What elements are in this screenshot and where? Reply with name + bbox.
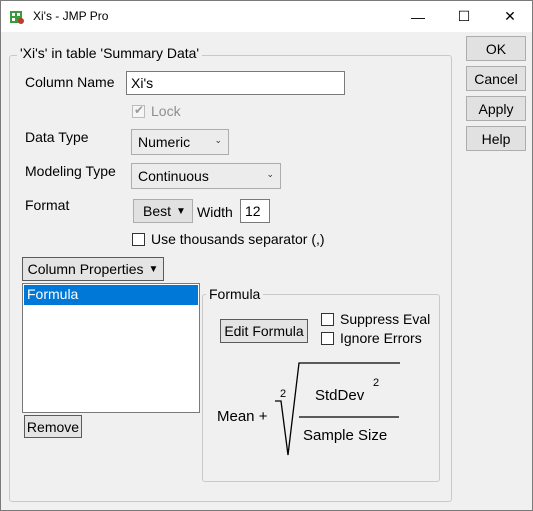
column-properties-label: Column Properties (27, 261, 144, 277)
format-value: Best (143, 203, 172, 219)
checkmark-icon: ✔ (134, 103, 145, 117)
jmp-app-icon (10, 11, 24, 24)
edit-formula-button[interactable]: Edit Formula (220, 319, 308, 343)
modeling-type-select[interactable]: Continuous ⌄ (131, 163, 281, 189)
minimize-button[interactable]: — (395, 1, 441, 32)
caret-down-icon: ▼ (176, 205, 186, 217)
group-title: 'Xi's' in table 'Summary Data' (17, 45, 203, 61)
dialog-window: Xi's - JMP Pro — ☐ ✕ 'Xi's' in table 'Su… (0, 0, 533, 511)
formula-group-title: Formula (206, 286, 264, 302)
column-name-label: Column Name (25, 74, 115, 90)
width-input[interactable]: 12 (240, 199, 270, 223)
ignore-errors-label: Ignore Errors (340, 330, 422, 346)
caret-down-icon: ▼ (148, 263, 159, 275)
modeling-type-value: Continuous (138, 168, 209, 184)
lock-checkbox[interactable]: ✔ (132, 103, 145, 118)
help-button[interactable]: Help (466, 126, 526, 151)
suppress-eval-label: Suppress Eval (340, 311, 431, 327)
chevron-down-icon: ⌄ (266, 169, 274, 179)
thousands-separator-label: Use thousands separator (,) (151, 231, 325, 247)
maximize-button[interactable]: ☐ (441, 1, 487, 32)
formula-numerator: StdDev (315, 387, 365, 404)
column-properties-button[interactable]: Column Properties ▼ (22, 257, 164, 281)
format-label: Format (25, 197, 70, 213)
format-dropdown[interactable]: Best ▼ (133, 199, 193, 223)
column-name-input[interactable]: Xi's (126, 71, 345, 95)
apply-button[interactable]: Apply (466, 96, 526, 121)
remove-button[interactable]: Remove (24, 415, 82, 438)
cancel-button[interactable]: Cancel (466, 66, 526, 91)
data-type-label: Data Type (25, 129, 89, 145)
close-button[interactable]: ✕ (487, 1, 533, 32)
thousands-separator-checkbox[interactable] (132, 233, 145, 246)
window-title: Xi's - JMP Pro (33, 9, 109, 23)
numerator-exponent: 2 (373, 377, 380, 389)
data-type-value: Numeric (138, 134, 191, 150)
ignore-errors-checkbox[interactable] (321, 332, 334, 345)
width-label: Width (197, 204, 233, 220)
formula-mean-term: Mean + (217, 408, 268, 425)
data-type-select[interactable]: Numeric ⌄ (131, 129, 229, 155)
chevron-down-icon: ⌄ (214, 135, 222, 145)
suppress-eval-checkbox[interactable] (321, 313, 334, 326)
list-item[interactable]: Formula (24, 285, 198, 305)
lock-label: Lock (151, 103, 181, 119)
ok-button[interactable]: OK (466, 36, 526, 61)
title-bar: Xi's - JMP Pro — ☐ ✕ (1, 1, 532, 32)
formula-denominator: Sample Size (303, 427, 388, 444)
modeling-type-label: Modeling Type (25, 163, 116, 179)
properties-list[interactable]: Formula (22, 283, 200, 413)
